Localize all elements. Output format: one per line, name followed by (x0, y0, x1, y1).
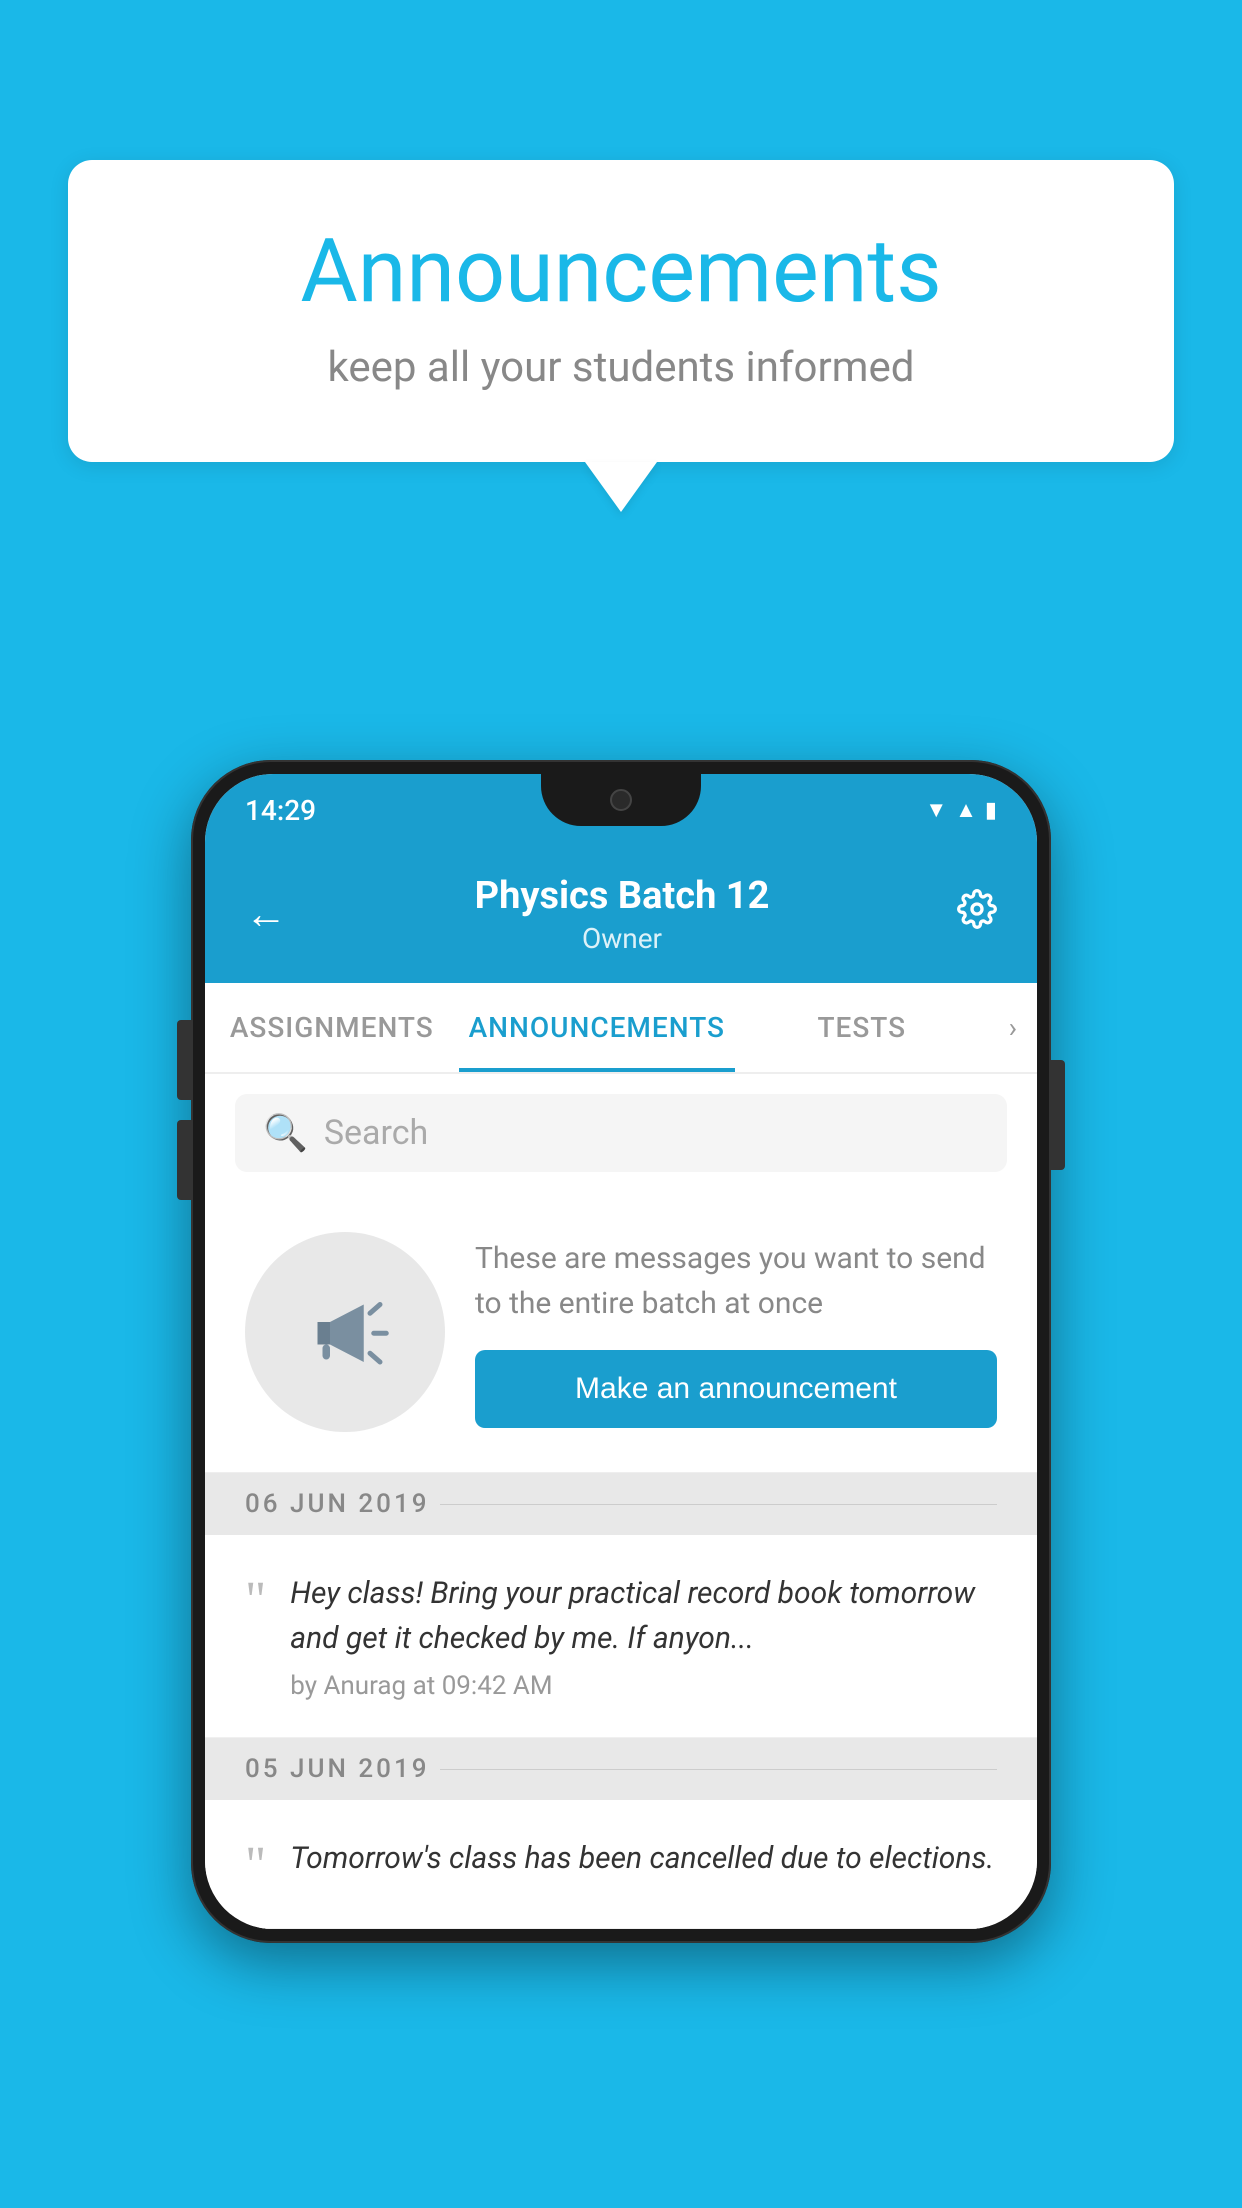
date-label-2: 05 JUN 2019 (245, 1754, 430, 1784)
volume-buttons (177, 1020, 191, 1200)
status-icons: ▼ ▲ ▮ (925, 797, 997, 823)
batch-role: Owner (287, 922, 957, 955)
date-separator-2: 05 JUN 2019 (205, 1738, 1037, 1800)
status-bar: 14:29 ▼ ▲ ▮ (205, 774, 1037, 846)
quote-icon-2: " (245, 1840, 266, 1892)
power-button-wrapper (1051, 1060, 1065, 1170)
search-input-wrapper[interactable]: 🔍 Search (235, 1094, 1007, 1172)
bubble-title: Announcements (148, 220, 1094, 323)
signal-icon: ▲ (955, 797, 977, 823)
notch (541, 774, 701, 826)
search-container: 🔍 Search (205, 1074, 1037, 1192)
phone-screen: 14:29 ▼ ▲ ▮ ← Physics Batch 12 Owner (205, 774, 1037, 1929)
megaphone-icon (295, 1282, 395, 1382)
announcement-content-2: Tomorrow's class has been cancelled due … (290, 1836, 997, 1891)
search-placeholder: Search (324, 1113, 428, 1153)
make-announcement-button[interactable]: Make an announcement (475, 1350, 997, 1428)
tab-assignments[interactable]: ASSIGNMENTS (205, 983, 459, 1072)
speech-bubble-section: Announcements keep all your students inf… (68, 160, 1174, 512)
status-time: 14:29 (245, 794, 316, 827)
quote-icon-1: " (245, 1575, 266, 1627)
announcement-content-1: Hey class! Bring your practical record b… (290, 1571, 997, 1701)
date-separator-1: 06 JUN 2019 (205, 1473, 1037, 1535)
tab-tests[interactable]: TESTS (735, 983, 989, 1072)
volume-up-button (177, 1020, 191, 1100)
bubble-subtitle: keep all your students informed (148, 343, 1094, 392)
front-camera (610, 789, 632, 811)
header-title-group: Physics Batch 12 Owner (287, 874, 957, 955)
tab-more[interactable]: › (989, 983, 1037, 1072)
power-button (1051, 1060, 1065, 1170)
announcement-item-2[interactable]: " Tomorrow's class has been cancelled du… (205, 1800, 1037, 1929)
speech-bubble-tail (585, 462, 657, 512)
speech-bubble-card: Announcements keep all your students inf… (68, 160, 1174, 462)
tabs-bar: ASSIGNMENTS ANNOUNCEMENTS TESTS › (205, 983, 1037, 1074)
announcement-prompt: These are messages you want to send to t… (205, 1192, 1037, 1473)
batch-title: Physics Batch 12 (287, 874, 957, 918)
announcement-meta-1: by Anurag at 09:42 AM (290, 1671, 997, 1701)
tab-announcements[interactable]: ANNOUNCEMENTS (459, 983, 735, 1072)
battery-icon: ▮ (985, 798, 997, 823)
prompt-right: These are messages you want to send to t… (475, 1236, 997, 1428)
phone-mockup: 14:29 ▼ ▲ ▮ ← Physics Batch 12 Owner (191, 760, 1051, 1943)
separator-line-1 (440, 1504, 998, 1505)
separator-line-2 (440, 1769, 998, 1770)
wifi-icon: ▼ (925, 797, 947, 823)
prompt-description: These are messages you want to send to t… (475, 1236, 997, 1326)
app-header: ← Physics Batch 12 Owner (205, 846, 1037, 983)
announcement-text-1: Hey class! Bring your practical record b… (290, 1571, 997, 1661)
search-icon: 🔍 (263, 1112, 308, 1154)
phone-outer-frame: 14:29 ▼ ▲ ▮ ← Physics Batch 12 Owner (191, 760, 1051, 1943)
back-button[interactable]: ← (245, 890, 287, 939)
megaphone-circle (245, 1232, 445, 1432)
announcement-text-2: Tomorrow's class has been cancelled due … (290, 1836, 997, 1881)
date-label-1: 06 JUN 2019 (245, 1489, 430, 1519)
announcement-item-1[interactable]: " Hey class! Bring your practical record… (205, 1535, 1037, 1738)
settings-button[interactable] (957, 889, 997, 940)
volume-down-button (177, 1120, 191, 1200)
